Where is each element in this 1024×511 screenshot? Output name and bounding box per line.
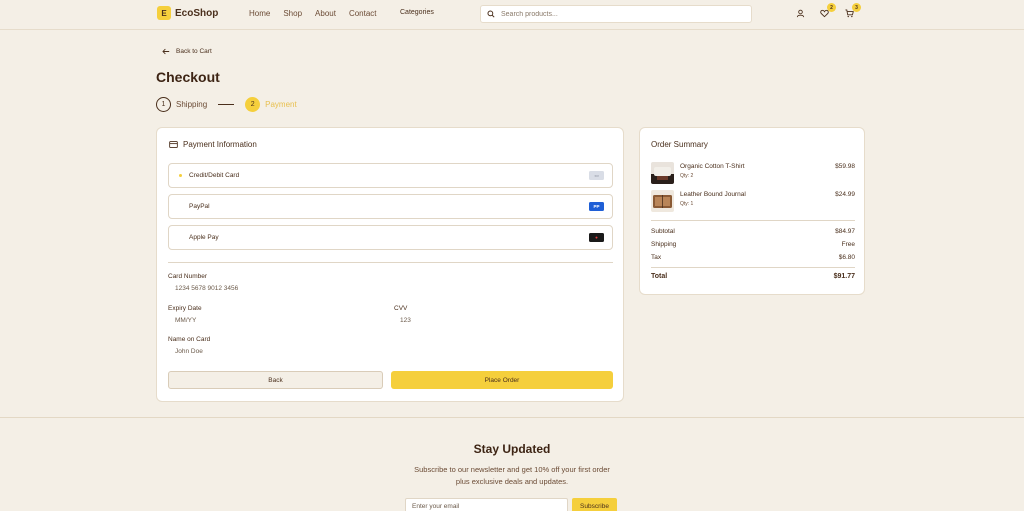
search-bar bbox=[480, 5, 752, 23]
shipping-value: Free bbox=[841, 241, 855, 248]
step-2-number: 2 bbox=[245, 97, 261, 112]
tax-row: Tax $6.80 bbox=[651, 254, 855, 261]
payment-title: Payment Information bbox=[169, 140, 257, 149]
shipping-label: Shipping bbox=[651, 241, 677, 248]
wishlist-button[interactable]: 2 bbox=[820, 3, 836, 19]
item-qty: Qty: 1 bbox=[680, 201, 694, 207]
categories-menu[interactable]: Categories bbox=[400, 9, 434, 16]
tax-label: Tax bbox=[651, 254, 662, 261]
name-on-card-field[interactable]: John Doe bbox=[175, 348, 203, 355]
tax-value: $6.80 bbox=[838, 254, 855, 261]
total-label: Total bbox=[651, 273, 668, 280]
total-row: Total $91.77 bbox=[651, 273, 855, 280]
step-1-label[interactable]: Shipping bbox=[176, 100, 207, 109]
logo-badge: E bbox=[157, 6, 171, 20]
subtotal-value: $84.97 bbox=[835, 228, 855, 235]
selected-radio-dot bbox=[179, 174, 182, 177]
search-icon bbox=[487, 10, 495, 18]
payment-option-label: Credit/Debit Card bbox=[189, 172, 240, 179]
step-1-number[interactable]: 1 bbox=[156, 97, 171, 112]
header: E EcoShop Home Shop About Contact Catego… bbox=[0, 0, 1024, 30]
newsletter-section: Stay Updated Subscribe to our newsletter… bbox=[0, 417, 1024, 511]
summary-item: Leather Bound Journal Qty: 1 $24.99 bbox=[651, 190, 855, 216]
card-number-label: Card Number bbox=[168, 273, 208, 280]
shipping-row: Shipping Free bbox=[651, 241, 855, 248]
summary-item: Organic Cotton T-Shirt Qty: 2 $59.98 bbox=[651, 162, 855, 188]
arrow-left-icon bbox=[162, 48, 170, 55]
card-number-field[interactable]: 1234 5678 9012 3456 bbox=[175, 285, 238, 292]
place-order-button[interactable]: Place Order bbox=[391, 371, 613, 389]
nav-contact[interactable]: Contact bbox=[349, 9, 377, 18]
wishlist-count-badge: 2 bbox=[827, 3, 836, 12]
item-qty: Qty: 2 bbox=[680, 173, 694, 179]
back-to-cart-label: Back to Cart bbox=[176, 48, 212, 55]
cart-button[interactable]: 3 bbox=[845, 3, 861, 19]
credit-card-icon bbox=[169, 141, 178, 148]
logo[interactable]: E EcoShop bbox=[157, 6, 218, 20]
newsletter-subtitle-line: Subscribe to our newsletter and get 10% … bbox=[414, 465, 610, 474]
subtotal-label: Subtotal bbox=[651, 228, 675, 235]
item-price: $24.99 bbox=[835, 191, 855, 198]
summary-divider bbox=[651, 267, 855, 268]
name-on-card-label: Name on Card bbox=[168, 336, 211, 343]
item-price: $59.98 bbox=[835, 163, 855, 170]
cvv-label: CVV bbox=[394, 305, 408, 312]
divider bbox=[168, 262, 613, 263]
cart-count-badge: 3 bbox=[852, 3, 861, 12]
payment-title-text: Payment Information bbox=[183, 140, 257, 149]
search-input[interactable] bbox=[501, 10, 741, 18]
back-to-cart-link[interactable]: Back to Cart bbox=[162, 48, 212, 55]
payment-panel: Payment Information Credit/Debit Card ▭ … bbox=[156, 127, 624, 402]
payment-option-label: Apple Pay bbox=[189, 234, 219, 241]
item-name: Leather Bound Journal bbox=[680, 191, 746, 198]
email-input[interactable] bbox=[405, 498, 568, 511]
subscribe-button[interactable]: Subscribe bbox=[572, 498, 617, 511]
cvv-field[interactable]: 123 bbox=[400, 317, 411, 324]
nav-shop[interactable]: Shop bbox=[283, 9, 302, 18]
product-thumbnail bbox=[651, 162, 674, 184]
payment-option-label: PayPal bbox=[189, 203, 210, 210]
apple-pay-icon: ● bbox=[589, 233, 604, 242]
newsletter-subtitle-line: plus exclusive deals and updates. bbox=[455, 477, 569, 486]
step-connector bbox=[218, 104, 235, 105]
order-summary-panel: Order Summary Organic Cotton T-Shirt Qty… bbox=[639, 127, 865, 295]
nav-home[interactable]: Home bbox=[249, 9, 270, 18]
payment-option-card[interactable]: Credit/Debit Card ▭ bbox=[168, 163, 613, 188]
nav-about[interactable]: About bbox=[315, 9, 336, 18]
card-icon: ▭ bbox=[589, 171, 604, 180]
product-thumbnail bbox=[651, 190, 674, 212]
subtotal-row: Subtotal $84.97 bbox=[651, 228, 855, 235]
checkout-steps: 1 Shipping 2 Payment bbox=[156, 97, 297, 112]
item-name: Organic Cotton T-Shirt bbox=[680, 163, 745, 170]
payment-option-paypal[interactable]: PayPal PP bbox=[168, 194, 613, 219]
payment-option-apple-pay[interactable]: Apple Pay ● bbox=[168, 225, 613, 250]
order-summary-title: Order Summary bbox=[651, 140, 708, 149]
newsletter-title: Stay Updated bbox=[473, 442, 551, 456]
newsletter-subtitle: Subscribe to our newsletter and get 10% … bbox=[0, 464, 1024, 488]
user-icon[interactable] bbox=[796, 9, 806, 19]
paypal-icon: PP bbox=[589, 202, 604, 211]
expiry-field[interactable]: MM/YY bbox=[175, 317, 196, 324]
page-title: Checkout bbox=[156, 69, 220, 85]
total-value: $91.77 bbox=[833, 273, 855, 280]
back-button[interactable]: Back bbox=[168, 371, 383, 389]
step-2-label: Payment bbox=[265, 100, 297, 109]
summary-divider bbox=[651, 220, 855, 221]
brand-name: EcoShop bbox=[175, 7, 219, 19]
main-nav: Home Shop About Contact bbox=[249, 9, 377, 18]
expiry-label: Expiry Date bbox=[168, 305, 202, 312]
